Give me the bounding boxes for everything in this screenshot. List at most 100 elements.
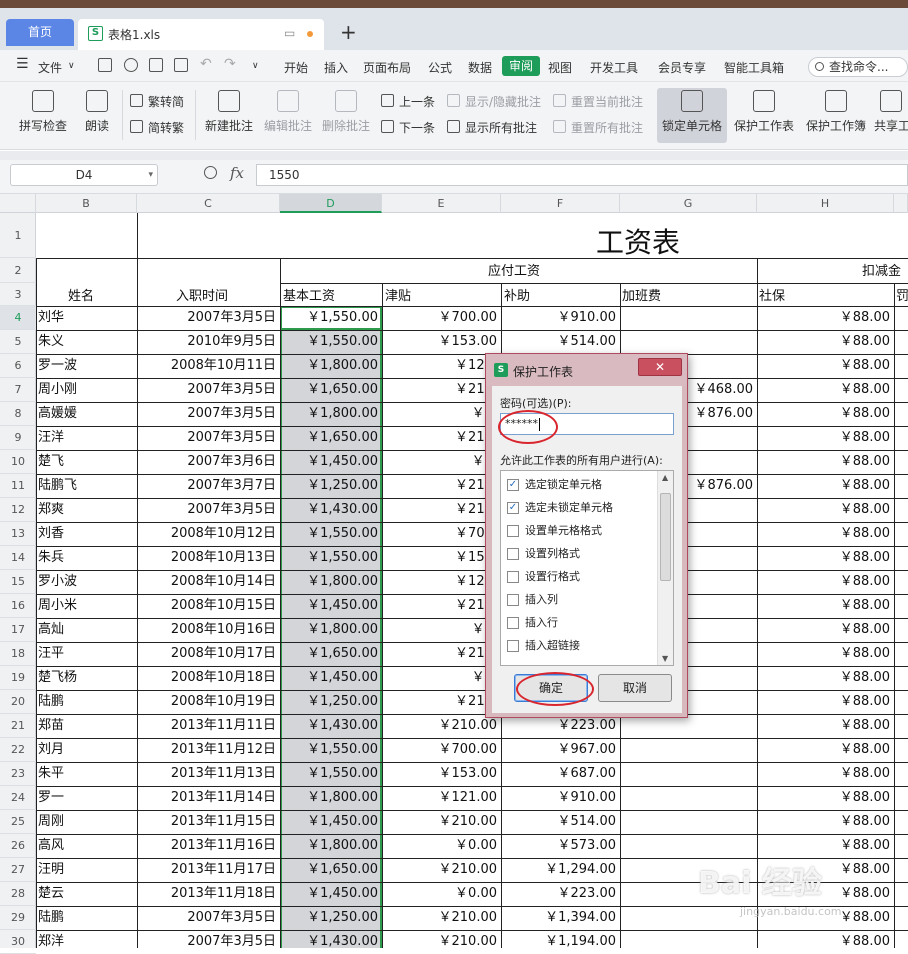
read-aloud-button[interactable]: 朗读 (80, 90, 114, 134)
table-cell[interactable]: ￥88.00 (759, 378, 892, 402)
table-cell[interactable]: 楚飞杨 (38, 666, 135, 690)
table-cell[interactable]: ￥967.00 (503, 738, 618, 762)
table-cell[interactable]: ￥1,394.00 (503, 906, 618, 930)
table-cell[interactable]: ￥210.00 (384, 858, 499, 882)
undo-icon[interactable]: ↶ (200, 56, 212, 72)
menu-insert[interactable]: 插入 (324, 59, 348, 76)
permission-option[interactable]: 设置单元格格式 (507, 523, 602, 539)
quick-access-chevron-icon[interactable]: ∨ (252, 61, 259, 71)
scroll-up-icon[interactable]: ▲ (662, 473, 668, 482)
table-cell[interactable]: ￥1,800.00 (282, 618, 380, 642)
table-cell[interactable]: ￥210. (384, 642, 499, 666)
table-cell[interactable]: 朱平 (38, 762, 135, 786)
table-cell[interactable]: ￥88.00 (759, 762, 892, 786)
column-header-F[interactable]: F (501, 194, 620, 213)
table-cell[interactable]: ￥210.00 (384, 714, 499, 738)
menu-developer[interactable]: 开发工具 (590, 59, 638, 76)
print-preview-icon[interactable] (174, 58, 188, 72)
table-cell[interactable]: 郑苗 (38, 714, 135, 738)
table-cell[interactable]: ￥1,250.00 (282, 906, 380, 930)
fx-icon[interactable]: fx (230, 164, 244, 182)
table-cell[interactable]: ￥88.00 (759, 690, 892, 714)
cancel-button[interactable]: 取消 (598, 674, 672, 702)
table-cell[interactable]: 2008年10月17日 (139, 642, 278, 666)
table-cell[interactable]: ￥88.00 (759, 642, 892, 666)
table-cell[interactable]: ￥88.00 (759, 522, 892, 546)
table-cell[interactable]: 周小刚 (38, 378, 135, 402)
menu-file[interactable]: 文件 (38, 59, 62, 76)
menu-review[interactable]: 审阅 (502, 56, 540, 76)
trad-to-simp-button[interactable]: 繁转简 (130, 93, 184, 110)
permission-option[interactable]: 插入超链接 (507, 638, 580, 654)
table-cell[interactable]: ￥153.00 (384, 762, 499, 786)
scroll-thumb[interactable] (660, 493, 671, 581)
table-cell[interactable]: 2013年11月12日 (139, 738, 278, 762)
column-header-E[interactable]: E (382, 194, 501, 213)
menu-formula[interactable]: 公式 (428, 59, 452, 76)
row-header-4[interactable]: 4 (0, 306, 36, 330)
table-cell[interactable]: ￥121. (384, 354, 499, 378)
table-cell[interactable]: 2007年3月5日 (139, 378, 278, 402)
lock-cells-button[interactable]: 锁定单元格 (660, 90, 724, 134)
column-header-B[interactable]: B (36, 194, 137, 213)
table-cell[interactable]: 陆鹏 (38, 690, 135, 714)
table-cell[interactable]: ￥1,450.00 (282, 594, 380, 618)
table-cell[interactable]: 2007年3月5日 (139, 402, 278, 426)
reset-all-comments-button[interactable]: 重置所有批注 (553, 119, 643, 136)
redo-icon[interactable]: ↷ (224, 56, 236, 72)
table-cell[interactable]: 2007年3月6日 (139, 450, 278, 474)
menu-smart-tools[interactable]: 智能工具箱 (724, 59, 784, 76)
table-cell[interactable]: 汪明 (38, 858, 135, 882)
table-cell[interactable]: ￥1,550.00 (282, 546, 380, 570)
table-cell[interactable]: ￥88.00 (759, 330, 892, 354)
table-cell[interactable]: 2008年10月11日 (139, 354, 278, 378)
table-cell[interactable]: ￥1,650.00 (282, 378, 380, 402)
table-cell[interactable]: 2013年11月15日 (139, 810, 278, 834)
table-cell[interactable]: 2007年3月5日 (139, 426, 278, 450)
monitor-icon[interactable]: ▭ (284, 26, 295, 40)
table-cell[interactable]: ￥210.00 (384, 930, 499, 948)
row-header-18[interactable]: 18 (0, 642, 36, 666)
checkbox[interactable]: ✓ (507, 502, 519, 514)
table-cell[interactable]: 陆鹏飞 (38, 474, 135, 498)
permission-option[interactable]: 插入列 (507, 592, 558, 608)
column-header-I[interactable] (894, 194, 908, 213)
table-cell[interactable]: ￥210. (384, 378, 499, 402)
table-cell[interactable]: ￥1,800.00 (282, 402, 380, 426)
table-cell[interactable]: ￥1,294.00 (503, 858, 618, 882)
spell-check-button[interactable]: 拼写检查 (14, 90, 72, 134)
row-header-27[interactable]: 27 (0, 858, 36, 882)
table-cell[interactable]: ￥514.00 (503, 330, 618, 354)
show-all-comments-button[interactable]: 显示所有批注 (447, 119, 537, 136)
table-cell[interactable]: 周刚 (38, 810, 135, 834)
table-cell[interactable]: ￥1,430.00 (282, 714, 380, 738)
table-cell[interactable]: 汪洋 (38, 426, 135, 450)
table-cell[interactable]: ￥88.00 (759, 426, 892, 450)
search-command-box[interactable]: 查找命令... (808, 57, 908, 77)
table-cell[interactable]: 高媛媛 (38, 402, 135, 426)
checkbox[interactable] (507, 594, 519, 606)
protect-sheet-button[interactable]: 保护工作表 (732, 90, 796, 134)
table-cell[interactable]: 2008年10月13日 (139, 546, 278, 570)
table-cell[interactable]: ￥1,250.00 (282, 474, 380, 498)
table-cell[interactable]: ￥88.00 (759, 450, 892, 474)
hamburger-icon[interactable]: ☰ (16, 56, 29, 72)
table-cell[interactable]: ￥210. (384, 498, 499, 522)
row-header-9[interactable]: 9 (0, 426, 36, 450)
row-header-12[interactable]: 12 (0, 498, 36, 522)
table-cell[interactable]: 2007年3月7日 (139, 474, 278, 498)
table-cell[interactable]: 2008年10月16日 (139, 618, 278, 642)
row-header-24[interactable]: 24 (0, 786, 36, 810)
column-header-C[interactable]: C (137, 194, 280, 213)
table-cell[interactable]: ￥88.00 (759, 930, 892, 948)
table-cell[interactable]: 2007年3月5日 (139, 498, 278, 522)
table-cell[interactable]: 罗一波 (38, 354, 135, 378)
table-cell[interactable]: ￥573.00 (503, 834, 618, 858)
table-cell[interactable]: 2008年10月15日 (139, 594, 278, 618)
row-header-8[interactable]: 8 (0, 402, 36, 426)
table-cell[interactable]: 2013年11月14日 (139, 786, 278, 810)
row-header-15[interactable]: 15 (0, 570, 36, 594)
permission-option[interactable]: 设置列格式 (507, 546, 580, 562)
table-cell[interactable]: ￥88.00 (759, 570, 892, 594)
menu-member[interactable]: 会员专享 (658, 59, 706, 76)
